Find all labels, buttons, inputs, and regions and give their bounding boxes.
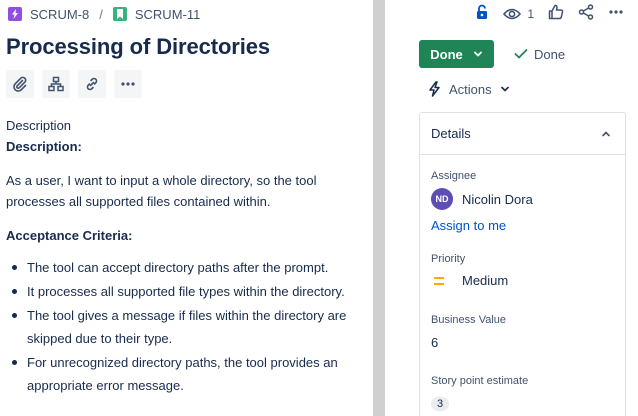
details-panel: Details Assignee ND Nicolin Dora Assign … — [419, 112, 626, 416]
issue-main-panel: SCRUM-8 / SCRUM-11 Processing of Directo… — [0, 0, 373, 416]
issue-title[interactable]: Processing of Directories — [6, 34, 270, 60]
resolution-label: Done — [534, 46, 566, 62]
story-points-badge[interactable]: 3 — [431, 397, 450, 411]
attach-button[interactable] — [6, 70, 34, 98]
issue-top-actions: 1 — [475, 3, 624, 25]
chevron-down-icon — [473, 51, 482, 57]
bookmark-icon — [112, 7, 127, 21]
breadcrumb: SCRUM-8 / SCRUM-11 — [8, 4, 200, 24]
priority-medium-icon — [434, 276, 444, 285]
paperclip-icon — [13, 76, 27, 92]
lock-button[interactable] — [475, 4, 489, 25]
vote-button[interactable] — [548, 4, 564, 25]
assignee-label: Assignee — [431, 170, 477, 182]
acceptance-criteria-heading: Acceptance Criteria: — [6, 228, 133, 243]
lock-icon — [477, 4, 488, 19]
list-item: For unrecognized directory paths, the to… — [9, 351, 354, 397]
chevron-up-icon — [602, 130, 610, 136]
child-issues-icon — [48, 76, 64, 92]
share-button[interactable] — [578, 3, 594, 25]
priority-label: Priority — [431, 253, 466, 265]
assignee-field[interactable]: ND Nicolin Dora — [431, 188, 533, 210]
description-heading: Description: — [6, 139, 82, 154]
share-icon — [578, 3, 594, 20]
more-actions-button[interactable] — [114, 70, 142, 98]
more-icon — [121, 82, 135, 86]
check-icon — [514, 49, 528, 59]
details-title: Details — [431, 126, 471, 141]
status-row: Done Done — [419, 40, 565, 68]
acceptance-criteria-list: The tool can accept directory paths afte… — [9, 256, 354, 398]
details-header[interactable]: Details — [420, 113, 625, 155]
status-dropdown-button[interactable]: Done — [419, 40, 494, 68]
link-issue-button[interactable] — [78, 70, 106, 98]
list-item: The tool gives a message if files within… — [9, 304, 354, 350]
list-item: The tool can accept directory paths afte… — [9, 256, 354, 279]
list-item: It processes all supported file types wi… — [9, 280, 354, 303]
more-options-button[interactable] — [608, 4, 624, 25]
thumbs-up-icon — [548, 4, 564, 19]
chevron-down-icon — [500, 86, 509, 92]
lightning-icon — [429, 81, 440, 97]
watch-count: 1 — [527, 7, 534, 21]
scrollbar[interactable] — [373, 0, 385, 416]
lightning-icon — [8, 7, 22, 21]
breadcrumb-epic-link[interactable]: SCRUM-8 — [8, 7, 89, 22]
description-label: Description — [6, 118, 72, 133]
eye-icon — [503, 8, 522, 20]
story-points-label: Story point estimate — [431, 375, 529, 387]
breadcrumb-separator: / — [99, 6, 103, 22]
assignee-name: Nicolin Dora — [462, 191, 533, 207]
more-icon — [609, 9, 623, 14]
assign-to-me-link[interactable]: Assign to me — [431, 218, 506, 233]
actions-label: Actions — [449, 81, 492, 97]
business-value-label: Business Value — [431, 314, 507, 326]
breadcrumb-issue-key: SCRUM-11 — [134, 6, 201, 22]
actions-dropdown[interactable]: Actions — [427, 81, 510, 97]
priority-value: Medium — [462, 273, 509, 288]
issue-sidebar: 1 Done Done Actions Details Assignee ND … — [385, 0, 638, 416]
priority-field[interactable]: Medium — [434, 273, 508, 288]
breadcrumb-issue-link[interactable]: SCRUM-11 — [112, 6, 201, 22]
description-paragraph[interactable]: As a user, I want to input a whole direc… — [6, 170, 336, 212]
resolution-indicator: Done — [514, 47, 565, 62]
status-label: Done — [430, 46, 463, 62]
business-value-field[interactable]: 6 — [431, 335, 438, 350]
link-icon — [86, 77, 98, 91]
avatar: ND — [431, 188, 453, 210]
watch-button[interactable]: 1 — [503, 7, 534, 21]
breadcrumb-epic-key: SCRUM-8 — [30, 6, 90, 22]
child-issue-button[interactable] — [42, 70, 70, 98]
issue-toolbar — [6, 70, 142, 98]
